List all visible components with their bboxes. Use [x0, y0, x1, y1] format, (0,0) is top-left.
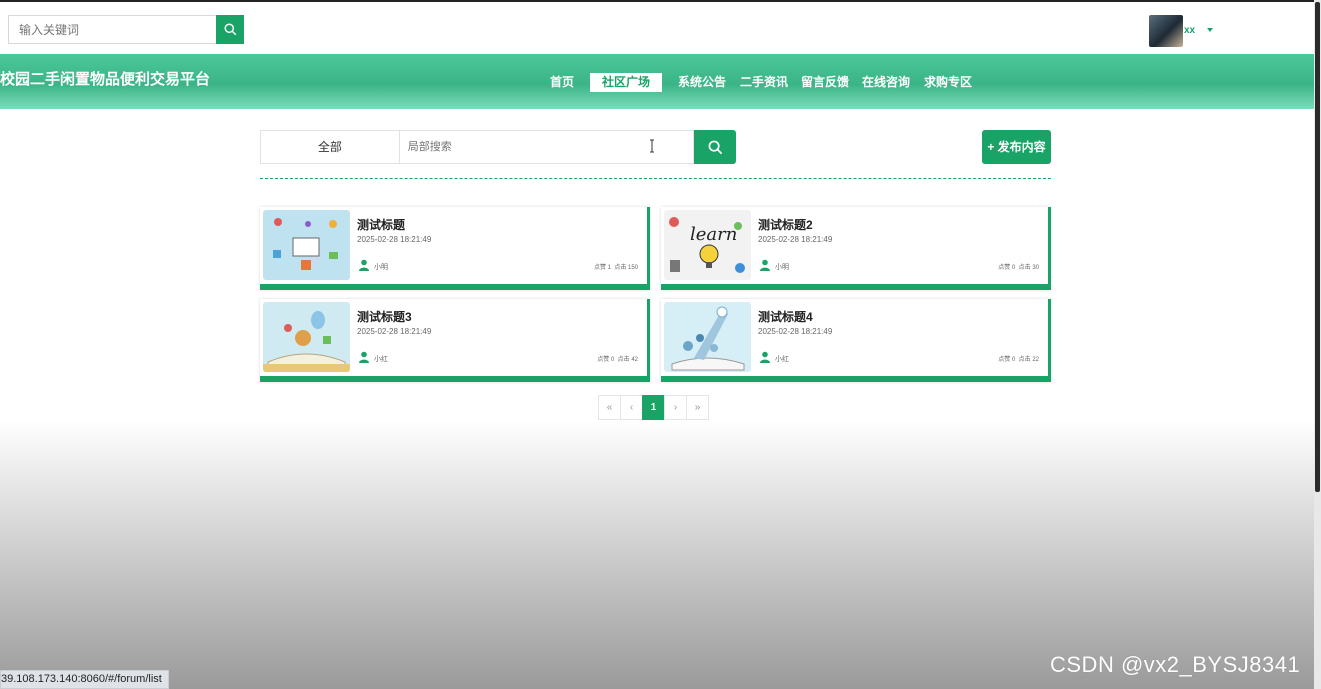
- search-icon: [223, 23, 236, 36]
- global-search: [8, 15, 244, 44]
- nav-item-forum[interactable]: 社区广场: [590, 73, 662, 92]
- text-cursor-icon: [650, 139, 654, 153]
- user-icon: [760, 259, 770, 271]
- post-card[interactable]: 测试标题 2025-02-28 18:21:49 小明 点赞 1 点击 150: [260, 207, 650, 290]
- pagination-next[interactable]: ›: [664, 395, 687, 420]
- post-stats: 点赞 1 点击 150: [594, 262, 638, 271]
- post-title[interactable]: 测试标题: [357, 216, 405, 233]
- user-icon: [359, 259, 369, 271]
- watermark: CSDN @vx2_BYSJ8341: [1050, 652, 1301, 677]
- post-date: 2025-02-28 18:21:49: [357, 235, 432, 244]
- site-title: 校园二手闲置物品便利交易平台: [0, 71, 211, 88]
- post-clicks: 点击 150: [614, 265, 638, 271]
- post-clicks: 点击 30: [1018, 265, 1039, 271]
- category-select[interactable]: 全部: [260, 130, 399, 164]
- post-author: 小红: [374, 356, 388, 363]
- username[interactable]: xx: [1184, 25, 1195, 36]
- post-title[interactable]: 测试标题4: [758, 308, 813, 325]
- main-nav: 校园二手闲置物品便利交易平台 首页 社区广场 系统公告 二手资讯 留言反馈 在线…: [0, 54, 1321, 109]
- post-stats: 点赞 0 点击 42: [597, 354, 638, 363]
- nav-item-consult[interactable]: 在线咨询: [860, 73, 912, 92]
- post-card[interactable]: 测试标题3 2025-02-28 18:21:49 小红 点赞 0 点击 42: [260, 299, 650, 382]
- post-clicks: 点击 22: [1018, 357, 1039, 363]
- post-author: 小明: [374, 264, 388, 271]
- pagination: « ‹ 1 › »: [598, 395, 709, 420]
- publish-button[interactable]: + 发布内容: [982, 130, 1051, 164]
- post-likes: 点赞 1: [593, 265, 611, 271]
- post-date: 2025-02-28 18:21:49: [357, 327, 432, 336]
- post-likes: 点赞 0: [998, 357, 1016, 363]
- pagination-last[interactable]: »: [686, 395, 709, 420]
- status-url: 39.108.173.140:8060/#/forum/list: [0, 670, 169, 689]
- post-author: 小明: [775, 264, 789, 271]
- pagination-prev[interactable]: ‹: [620, 395, 643, 420]
- forum-search-button[interactable]: [694, 130, 736, 164]
- post-author: 小红: [775, 356, 789, 363]
- global-search-input[interactable]: [8, 15, 216, 44]
- forum-filter: 全部: [260, 130, 736, 164]
- search-icon: [708, 140, 722, 154]
- post-likes: 点赞 0: [998, 265, 1016, 271]
- post-stats: 点赞 0 点击 22: [998, 354, 1039, 363]
- post-thumbnail: [263, 210, 350, 280]
- post-thumbnail: [263, 302, 350, 372]
- post-date: 2025-02-28 18:21:49: [758, 327, 833, 336]
- user-avatar[interactable]: [1149, 15, 1183, 47]
- user-icon: [760, 351, 770, 363]
- global-search-button[interactable]: [216, 15, 244, 44]
- pagination-current[interactable]: 1: [642, 395, 665, 420]
- scrollbar-thumb[interactable]: [1315, 2, 1320, 492]
- post-thumbnail: [664, 302, 751, 372]
- nav-item-home[interactable]: 首页: [545, 73, 579, 92]
- post-clicks: 点击 42: [617, 357, 638, 363]
- post-title[interactable]: 测试标题3: [357, 308, 412, 325]
- post-stats: 点赞 0 点击 30: [998, 262, 1039, 271]
- nav-item-wanted[interactable]: 求购专区: [922, 73, 974, 92]
- nav-item-news[interactable]: 二手资讯: [738, 73, 790, 92]
- caret-down-icon[interactable]: [1207, 28, 1213, 32]
- svg-text:learn: learn: [690, 224, 737, 245]
- post-card[interactable]: learn 测试标题2 2025-02-28 18:21:49 小明 点赞 0 …: [661, 207, 1051, 290]
- post-card[interactable]: 测试标题4 2025-02-28 18:21:49 小红 点赞 0 点击 22: [661, 299, 1051, 382]
- divider: [260, 178, 1051, 179]
- user-icon: [359, 351, 369, 363]
- nav-item-feedback[interactable]: 留言反馈: [799, 73, 851, 92]
- post-thumbnail: learn: [664, 210, 751, 280]
- post-date: 2025-02-28 18:21:49: [758, 235, 833, 244]
- top-bar: xx: [0, 0, 1321, 54]
- post-title[interactable]: 测试标题2: [758, 216, 813, 233]
- post-likes: 点赞 0: [597, 357, 615, 363]
- nav-item-notices[interactable]: 系统公告: [676, 73, 728, 92]
- pagination-first[interactable]: «: [598, 395, 621, 420]
